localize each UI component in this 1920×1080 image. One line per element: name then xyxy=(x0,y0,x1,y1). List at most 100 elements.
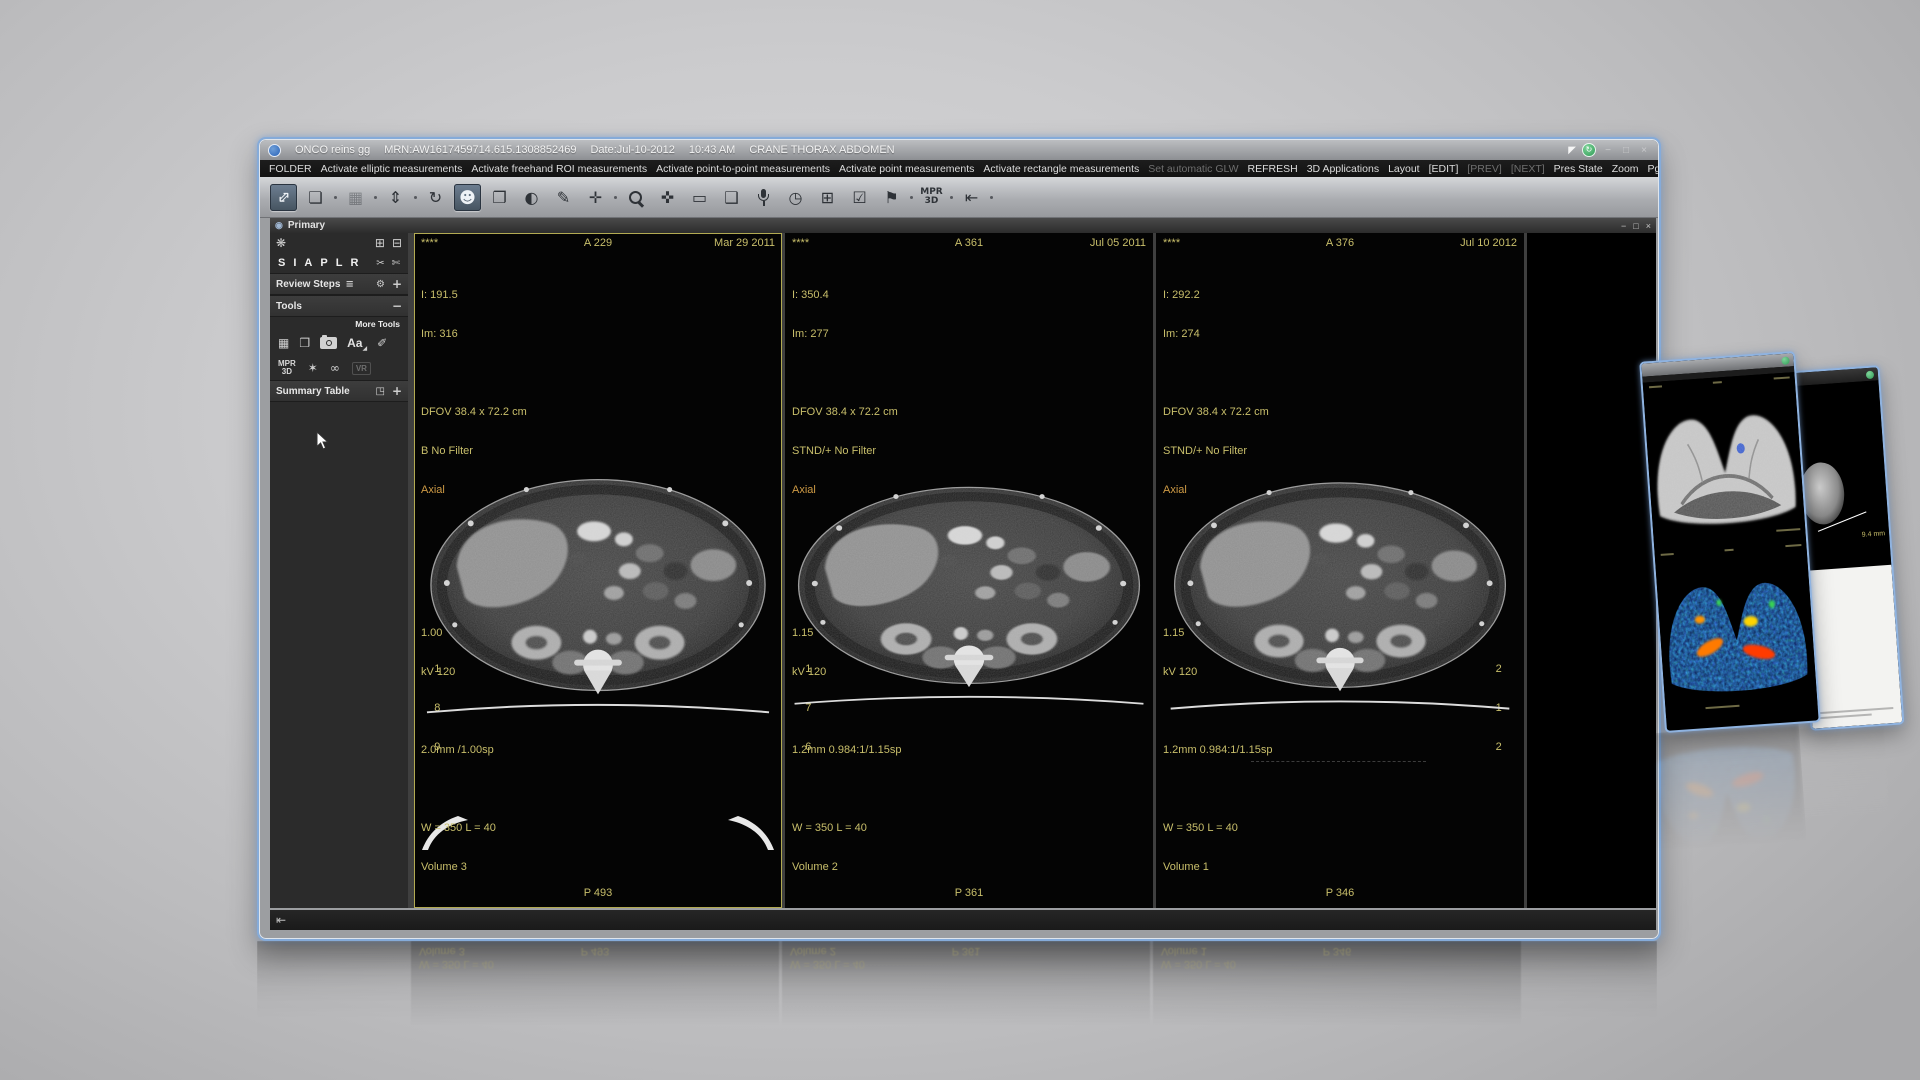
lasso-roi-icon[interactable]: ✐ xyxy=(377,336,387,350)
tools-header[interactable]: Tools − xyxy=(270,295,408,317)
technique-info-block: 1.15 kV 120 1.2mm 0.984:1/1.15sp W = 350… xyxy=(1163,601,1272,900)
dropdown-dot[interactable] xyxy=(374,196,377,199)
rotate-image-icon[interactable]: ↻ xyxy=(422,184,449,211)
orientation-r-button[interactable]: R xyxy=(350,257,358,269)
close-button[interactable]: × xyxy=(1638,145,1650,156)
menu-rectangle-measurements[interactable]: Activate rectangle measurements xyxy=(983,163,1139,175)
background-window-1[interactable] xyxy=(1639,351,1821,733)
hanging-protocol-icon[interactable]: ⊞ xyxy=(375,236,385,250)
menu-elliptic-measurements[interactable]: Activate elliptic measurements xyxy=(321,163,463,175)
orientation-p-button[interactable]: P xyxy=(320,257,327,269)
text-annotation-icon[interactable]: Aa◢ xyxy=(347,334,367,352)
tools-row-2: MPR3D ✶ ∞ VR xyxy=(270,356,408,380)
text-overlay-icon[interactable]: ⊞ xyxy=(814,184,841,211)
study-description: CRANE THORAX ABDOMEN xyxy=(749,144,894,156)
sync-status-icon xyxy=(1781,356,1790,365)
menu-freehand-roi-measurements[interactable]: Activate freehand ROI measurements xyxy=(471,163,647,175)
hide-patient-info-icon[interactable]: ☻ xyxy=(454,184,481,211)
mpr-3d-tool-icon[interactable]: MPR3D xyxy=(278,360,296,376)
save-protocol-icon[interactable]: ⊟ xyxy=(392,236,402,250)
dropdown-dot[interactable] xyxy=(910,196,913,199)
flag-corner-icon[interactable]: ◤ xyxy=(1568,145,1576,156)
mpr-3d-button[interactable]: MPR3D xyxy=(918,184,945,211)
viewport-1[interactable]: **** A 229 Mar 29 2011 I: 191.5 Im: 316 … xyxy=(414,233,782,908)
maximize-button[interactable]: □ xyxy=(1620,145,1632,156)
review-steps-header[interactable]: Review Steps ≡ ⚙ + xyxy=(270,273,408,295)
magnify-icon[interactable] xyxy=(622,184,649,211)
microphone-icon[interactable] xyxy=(750,184,777,211)
dropdown-dot[interactable] xyxy=(334,196,337,199)
menu-refresh[interactable]: REFRESH xyxy=(1248,163,1298,175)
menu-edit[interactable]: [EDIT] xyxy=(1429,163,1459,175)
reference-lines-icon[interactable]: ✛ xyxy=(582,184,609,211)
measure-ruler-icon[interactable]: ▭ xyxy=(686,184,713,211)
annotate-icon[interactable]: ✎ xyxy=(550,184,577,211)
summary-table-header[interactable]: Summary Table ◳ + xyxy=(270,380,408,402)
add-table-row-icon[interactable]: + xyxy=(392,384,402,398)
panel-maximize-button[interactable]: □ xyxy=(1633,221,1638,231)
camera-capture-icon[interactable] xyxy=(320,337,337,349)
add-review-step-icon[interactable]: + xyxy=(392,277,402,291)
export-table-icon[interactable]: ◳ xyxy=(375,386,384,397)
orientation-l-button[interactable]: L xyxy=(336,257,343,269)
fit-to-window-icon[interactable]: ⇕ xyxy=(270,184,297,211)
orientation-i-button[interactable]: I xyxy=(293,257,296,269)
layout-select-icon[interactable]: ❏ xyxy=(302,184,329,211)
desktop: { "titlebar": { "app_name": "ONCO reins … xyxy=(0,0,1920,1080)
panel-minimize-button[interactable]: − xyxy=(1621,221,1626,231)
dropdown-dot[interactable] xyxy=(614,196,617,199)
sync-status-icon[interactable]: ↻ xyxy=(1582,143,1596,157)
cine-timer-icon[interactable]: ◷ xyxy=(782,184,809,211)
orientation-letter-row: S I A P L R ✂ ✄ xyxy=(270,253,408,273)
menu-pres-state[interactable]: Pres State xyxy=(1554,163,1603,175)
dropdown-dot[interactable] xyxy=(414,196,417,199)
mouse-cursor xyxy=(316,431,329,450)
orientation-flower-icon[interactable]: ❋ xyxy=(276,236,286,250)
summary-chart-icon[interactable]: ▦ xyxy=(278,336,289,350)
pacs-window: ONCO reins gg MRN:AW1617459714.615.13088… xyxy=(257,137,1661,941)
cut-plane-alt-icon[interactable]: ✄ xyxy=(392,258,400,269)
bookmark-icon[interactable]: ⚑ xyxy=(878,184,905,211)
magic-wand-icon[interactable]: ✶ xyxy=(308,361,318,375)
orientation-s-button[interactable]: S xyxy=(278,257,285,269)
acquisition-date: Jul 05 2011 xyxy=(1090,237,1146,250)
approve-pages-icon[interactable]: ☑ xyxy=(846,184,873,211)
orientation-a-button[interactable]: A xyxy=(304,257,312,269)
steps-list-icon: ≡ xyxy=(345,279,353,290)
minimize-button[interactable]: − xyxy=(1602,145,1614,156)
menu-next: [NEXT] xyxy=(1511,163,1545,175)
link-series-icon[interactable]: ∞ xyxy=(330,361,340,375)
menu-folder[interactable]: FOLDER xyxy=(269,163,312,175)
collapse-tools-icon[interactable]: − xyxy=(392,299,402,313)
microphone-glyph xyxy=(757,189,770,206)
scroll-slices-icon[interactable]: ⇕ xyxy=(382,184,409,211)
copy-series-icon[interactable]: ❐ xyxy=(299,336,310,350)
menu-point-to-point-measurements[interactable]: Activate point-to-point measurements xyxy=(656,163,830,175)
menu-3d-applications[interactable]: 3D Applications xyxy=(1307,163,1379,175)
app-icon xyxy=(268,144,281,157)
more-tools-link[interactable]: More Tools xyxy=(270,317,408,330)
title-bar[interactable]: ONCO reins gg MRN:AW1617459714.615.13088… xyxy=(260,140,1658,160)
exit-application-icon[interactable]: ⇤ xyxy=(276,913,286,927)
cut-plane-icon[interactable]: ✂ xyxy=(376,258,384,269)
dropdown-dot[interactable] xyxy=(990,196,993,199)
primary-panel-bar[interactable]: ◉ Primary − □ × xyxy=(270,218,1656,233)
breast-mri-image xyxy=(1643,372,1806,550)
dropdown-dot[interactable] xyxy=(950,196,953,199)
menu-point-measurements[interactable]: Activate point measurements xyxy=(839,163,974,175)
summary-table-label: Summary Table xyxy=(276,386,350,397)
menu-prev: [PREV] xyxy=(1467,163,1501,175)
menu-zoom[interactable]: Zoom xyxy=(1612,163,1639,175)
viewport-2[interactable]: **** A 361 Jul 05 2011 I: 350.4 Im: 277 … xyxy=(785,233,1153,908)
window-level-icon[interactable]: ◐ xyxy=(518,184,545,211)
menu-pg-format[interactable]: Pg Format xyxy=(1648,163,1658,175)
viewport-3[interactable]: **** A 376 Jul 10 2012 I: 292.2 Im: 274 … xyxy=(1156,233,1524,908)
panel-close-button[interactable]: × xyxy=(1646,221,1651,231)
exit-viewer-icon[interactable]: ⇤ xyxy=(958,184,985,211)
pan-icon[interactable]: ✜ xyxy=(654,184,681,211)
technique-info-block: 1.00 kV 120 2.0mm /1.00sp W = 350 L = 40… xyxy=(421,601,496,900)
report-icon[interactable]: ❑ xyxy=(718,184,745,211)
menu-layout[interactable]: Layout xyxy=(1388,163,1420,175)
copy-image-icon[interactable]: ❐ xyxy=(486,184,513,211)
review-settings-gear-icon[interactable]: ⚙ xyxy=(376,279,385,290)
